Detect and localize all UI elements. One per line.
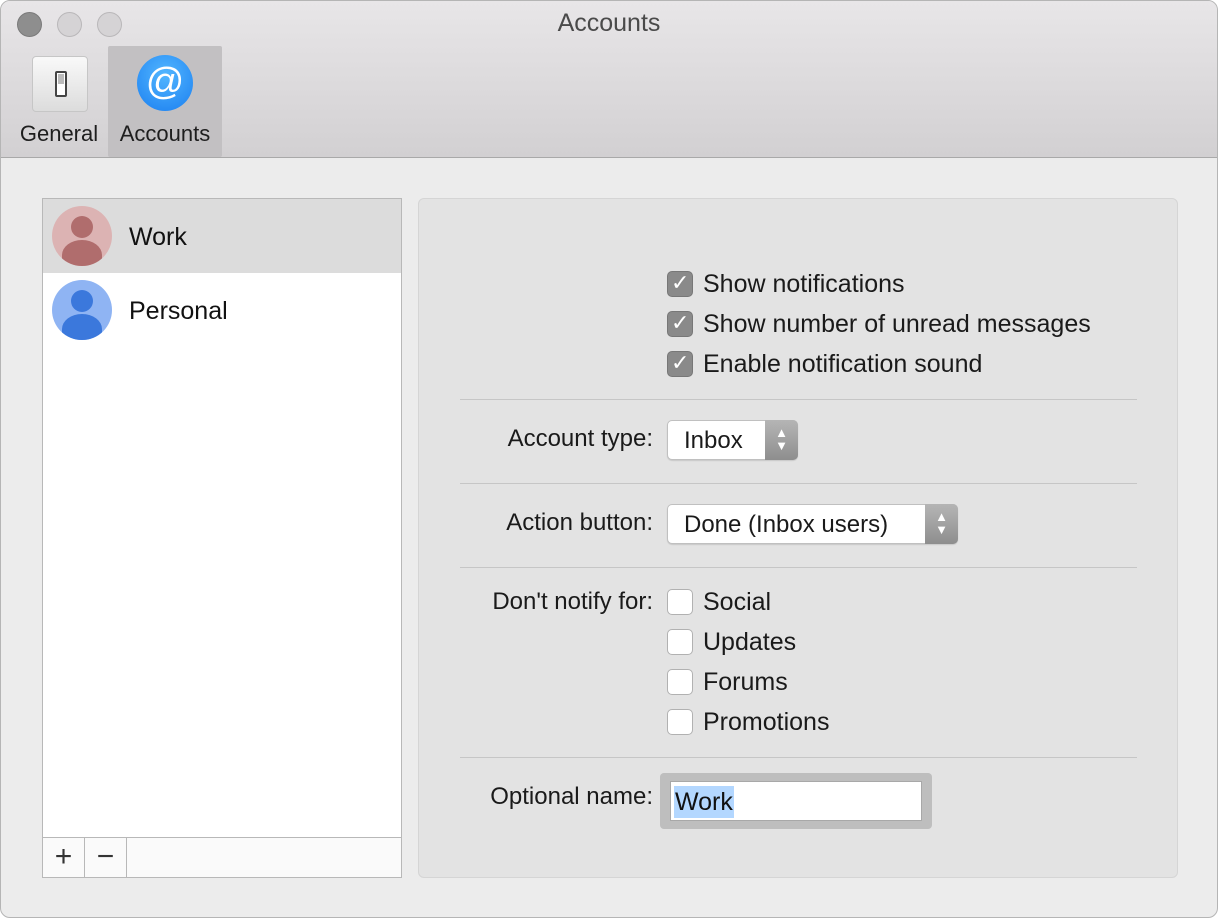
updates-label: Updates: [703, 628, 797, 656]
optional-name-value: Work: [674, 786, 734, 818]
forums-label: Forums: [703, 668, 788, 696]
switch-icon: [32, 56, 88, 112]
toolbar-general-tab[interactable]: General: [9, 46, 109, 157]
optional-name-focus-ring: Work: [660, 773, 932, 829]
account-item-personal[interactable]: Personal: [43, 273, 401, 347]
avatar-icon: [52, 206, 112, 266]
promotions-label: Promotions: [703, 708, 830, 736]
remove-account-button[interactable]: −: [85, 838, 127, 877]
action-button-label: Action button:: [506, 509, 653, 536]
separator: [460, 399, 1137, 400]
add-account-button[interactable]: +: [43, 838, 85, 877]
toolbar-general-label: General: [19, 121, 99, 146]
action-button-value: Done (Inbox users): [684, 511, 889, 538]
social-checkbox[interactable]: [667, 589, 693, 615]
toolbar-accounts-tab[interactable]: @ Accounts: [108, 46, 222, 157]
separator: [460, 483, 1137, 484]
account-type-value: Inbox: [684, 427, 743, 454]
window-title: Accounts: [557, 9, 661, 37]
titlebar: Accounts General @ Accounts: [1, 1, 1217, 158]
dont-notify-label: Don't notify for:: [492, 588, 653, 615]
updates-checkbox[interactable]: [667, 629, 693, 655]
account-name: Work: [129, 223, 187, 251]
show-notifications-label: Show notifications: [703, 270, 905, 298]
forums-checkbox[interactable]: [667, 669, 693, 695]
account-item-work[interactable]: Work: [43, 199, 401, 273]
list-footer: + −: [43, 837, 401, 877]
notification-sound-label: Enable notification sound: [703, 350, 983, 378]
social-label: Social: [703, 588, 772, 616]
account-settings-panel: Show notifications Show number of unread…: [418, 198, 1178, 878]
show-unread-count-checkbox[interactable]: [667, 310, 693, 337]
chevron-updown-icon: ▲ ▼: [925, 504, 958, 544]
account-type-select[interactable]: Inbox ▲ ▼: [667, 420, 798, 460]
show-notifications-checkbox[interactable]: [667, 270, 693, 297]
action-button-select[interactable]: Done (Inbox users) ▲ ▼: [667, 504, 958, 544]
promotions-checkbox[interactable]: [667, 709, 693, 735]
account-type-label: Account type:: [507, 425, 653, 452]
avatar-icon: [52, 280, 112, 340]
at-sign-icon: @: [137, 55, 193, 111]
toolbar-accounts-label: Accounts: [119, 121, 211, 146]
separator: [460, 757, 1137, 758]
preferences-window: Accounts General @ Accounts Work Persona…: [0, 0, 1218, 918]
chevron-updown-icon: ▲ ▼: [765, 420, 798, 460]
optional-name-label: Optional name:: [490, 783, 653, 810]
accounts-list: Work Personal + −: [42, 198, 402, 878]
notification-sound-checkbox[interactable]: [667, 350, 693, 377]
account-name: Personal: [129, 297, 228, 325]
show-unread-count-label: Show number of unread messages: [703, 310, 1091, 338]
separator: [460, 567, 1137, 568]
